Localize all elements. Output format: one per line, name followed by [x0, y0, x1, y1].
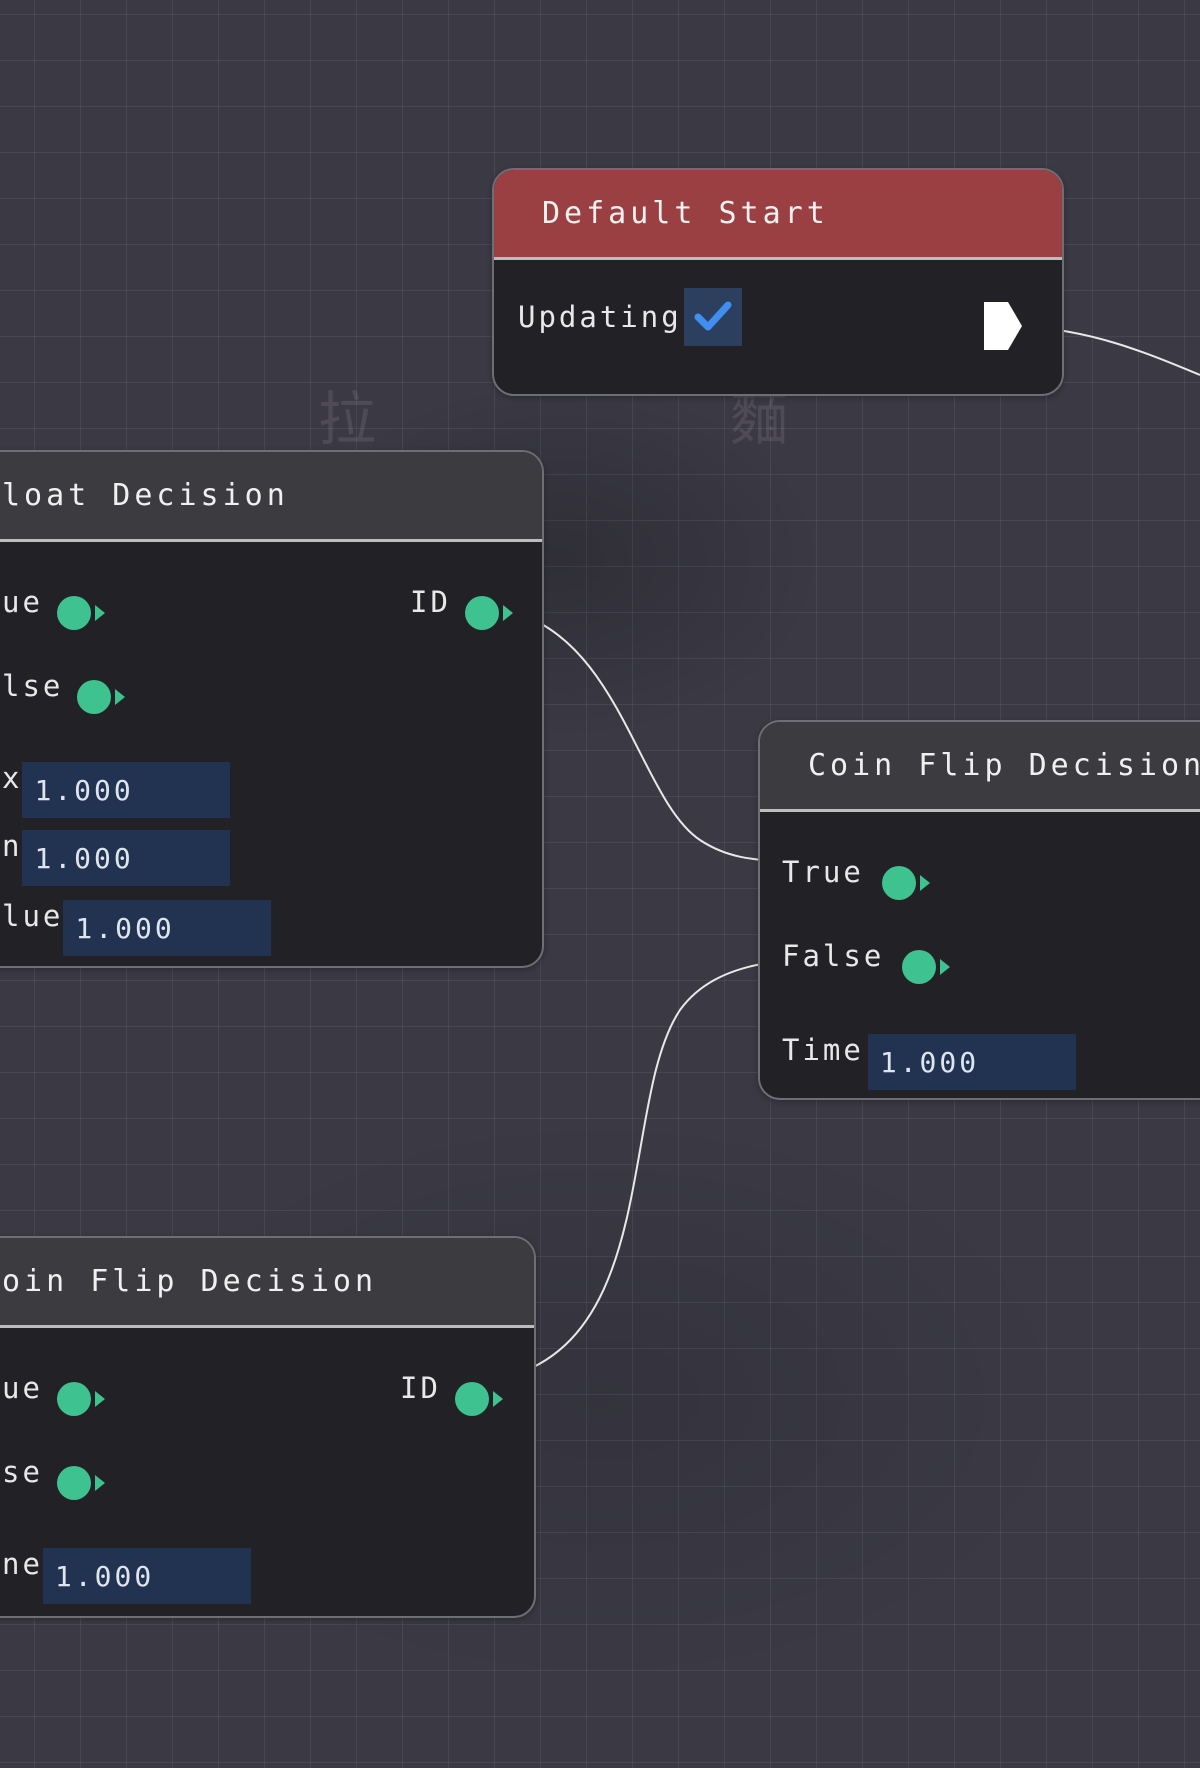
default-start-node[interactable]: Default Start Updating: [492, 168, 1064, 396]
false-output-pin[interactable]: [77, 680, 126, 714]
pin-arrow-icon: [502, 605, 513, 621]
pin-false-label: se: [2, 1455, 43, 1489]
pin-false-label: False: [782, 939, 885, 973]
pin-dot-icon: [464, 596, 499, 630]
exec-pin-icon[interactable]: [982, 300, 1026, 352]
node-title: Coin Flip Decision: [808, 748, 1200, 783]
pin-id-label: ID: [400, 1371, 441, 1405]
pin-dot-icon: [56, 1466, 91, 1500]
node-graph-canvas[interactable]: 拉 麵 Default Start Updating loat Decision: [0, 0, 1200, 1768]
true-output-pin[interactable]: [56, 596, 105, 630]
node-title: Default Start: [542, 196, 829, 231]
pin-arrow-icon: [919, 875, 930, 891]
pin-dot-icon: [881, 866, 916, 900]
pin-arrow-icon: [94, 1391, 105, 1407]
coin-flip-decision-node[interactable]: Coin Flip Decision True False Time 1.000: [758, 720, 1200, 1100]
field-label: x: [2, 761, 23, 795]
pin-false-label: lse: [2, 669, 64, 703]
pin-true-label: True: [782, 855, 864, 889]
true-output-pin[interactable]: [56, 1382, 105, 1416]
time-label: Time: [782, 1033, 864, 1067]
pin-arrow-icon: [94, 605, 105, 621]
time-label: ne: [2, 1547, 43, 1581]
checkmark-icon: [694, 301, 732, 331]
false-output-pin[interactable]: [56, 1466, 105, 1500]
pin-dot-icon: [77, 680, 112, 714]
id-output-pin[interactable]: [454, 1382, 503, 1416]
node-header[interactable]: Coin Flip Decision: [760, 722, 1200, 812]
time-field[interactable]: 1.000: [867, 1034, 1076, 1090]
pin-dot-icon: [56, 1382, 91, 1416]
pin-dot-icon: [454, 1382, 489, 1416]
field-label: lue: [2, 899, 64, 933]
pin-true-label: ue: [2, 585, 43, 619]
wire-float-id-to-coin-true: [511, 611, 791, 863]
float-decision-node[interactable]: loat Decision ue ID lse x 1.000 n 1.000: [0, 450, 544, 968]
pin-arrow-icon: [492, 1391, 503, 1407]
node-header[interactable]: oin Flip Decision: [0, 1238, 534, 1328]
node-header[interactable]: loat Decision: [0, 452, 542, 542]
true-output-pin[interactable]: [881, 866, 930, 900]
pin-dot-icon: [902, 950, 937, 984]
node-title: oin Flip Decision: [2, 1264, 378, 1299]
time-field[interactable]: 1.000: [42, 1548, 251, 1604]
field-label: n: [2, 829, 23, 863]
updating-label: Updating: [518, 300, 682, 334]
pin-id-label: ID: [410, 585, 451, 619]
coin-flip-decision-node[interactable]: oin Flip Decision ue ID se ne 1.000: [0, 1236, 536, 1618]
pin-dot-icon: [56, 596, 91, 630]
pin-arrow-icon: [940, 959, 951, 975]
false-output-pin[interactable]: [902, 950, 951, 984]
pin-true-label: ue: [2, 1371, 43, 1405]
pin-arrow-icon: [115, 689, 126, 705]
float-field-value[interactable]: 1.000: [63, 900, 272, 956]
updating-checkbox[interactable]: [683, 288, 742, 346]
pin-arrow-icon: [94, 1475, 105, 1491]
node-title: loat Decision: [2, 478, 289, 513]
id-output-pin[interactable]: [464, 596, 513, 630]
node-header[interactable]: Default Start: [494, 170, 1062, 260]
